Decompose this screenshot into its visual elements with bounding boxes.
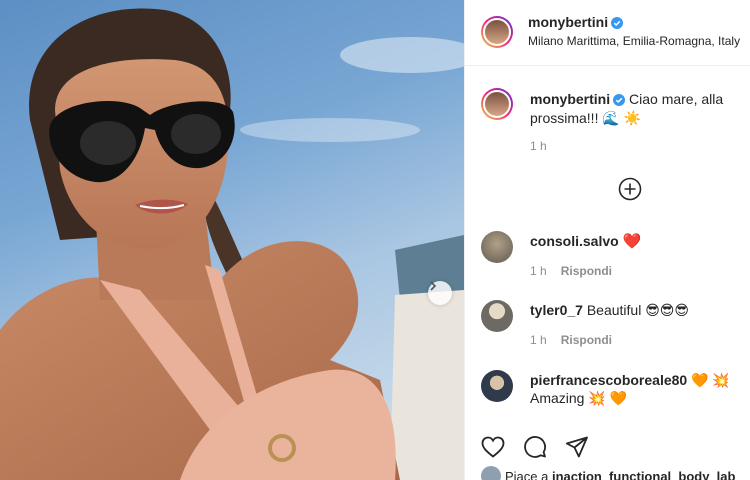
heart-icon xyxy=(481,436,505,458)
verified-badge-icon xyxy=(611,17,624,29)
author-username[interactable]: monybertini xyxy=(528,14,624,30)
liker-avatar[interactable] xyxy=(481,466,501,480)
comment-text-block: consoli.salvo ❤️ xyxy=(530,232,641,251)
commenter-avatar[interactable] xyxy=(481,231,513,263)
comment-username[interactable]: consoli.salvo xyxy=(530,233,619,249)
caption-username[interactable]: monybertini xyxy=(530,91,626,107)
post-side-panel: monybertini Milano Marittima, Emilia-Rom… xyxy=(464,0,750,480)
load-more-comments-button[interactable] xyxy=(618,177,642,201)
commenter-avatar[interactable] xyxy=(481,300,513,332)
reply-button[interactable]: Rispondi xyxy=(561,333,612,347)
chevron-right-icon xyxy=(430,281,437,291)
caption-avatar[interactable] xyxy=(481,88,513,120)
comment-time: 1 h xyxy=(530,264,547,278)
reply-button[interactable]: Rispondi xyxy=(561,264,612,278)
comment-text-block: tyler0_7 Beautiful 😎😎😎 xyxy=(530,301,689,320)
caption-text-block: monybertini Ciao mare, alla prossima!!! … xyxy=(530,90,740,128)
photo-illustration xyxy=(0,8,464,480)
comment-button[interactable] xyxy=(521,433,549,461)
comment-meta: 1 h Rispondi xyxy=(530,333,612,347)
comment-username[interactable]: pierfrancescoboreale80 xyxy=(530,372,687,388)
caption-time: 1 h xyxy=(530,139,547,153)
post-location[interactable]: Milano Marittima, Emilia-Romagna, Italy xyxy=(528,34,740,48)
post-header: monybertini Milano Marittima, Emilia-Rom… xyxy=(465,0,750,66)
action-bar xyxy=(479,433,591,461)
comment-bubble-icon xyxy=(524,436,546,458)
comment-text: 🧡 💥 xyxy=(691,372,730,388)
comment-meta: 1 h Rispondi xyxy=(530,264,612,278)
post-photo[interactable] xyxy=(0,0,464,480)
like-button[interactable] xyxy=(479,433,507,461)
liker-username[interactable]: inaction_functional_body_lab xyxy=(552,469,735,480)
share-button[interactable] xyxy=(563,433,591,461)
comment-text: ❤️ xyxy=(622,233,642,250)
next-photo-button[interactable] xyxy=(428,281,452,305)
comment-username[interactable]: tyler0_7 xyxy=(530,302,583,318)
likes-summary: Piace a inaction_functional_body_lab xyxy=(481,466,735,480)
comment-text-block: pierfrancescoboreale80 🧡 💥 xyxy=(530,371,730,390)
comment-text: Beautiful 😎😎😎 xyxy=(586,302,689,318)
commenter-avatar[interactable] xyxy=(481,370,513,402)
comment-time: 1 h xyxy=(530,333,547,347)
author-avatar[interactable] xyxy=(481,16,513,48)
plus-circle-icon xyxy=(618,177,642,201)
verified-badge-icon xyxy=(613,94,626,106)
paper-plane-icon xyxy=(565,436,588,458)
comment-text-continued: Amazing 💥 🧡 xyxy=(530,390,628,406)
